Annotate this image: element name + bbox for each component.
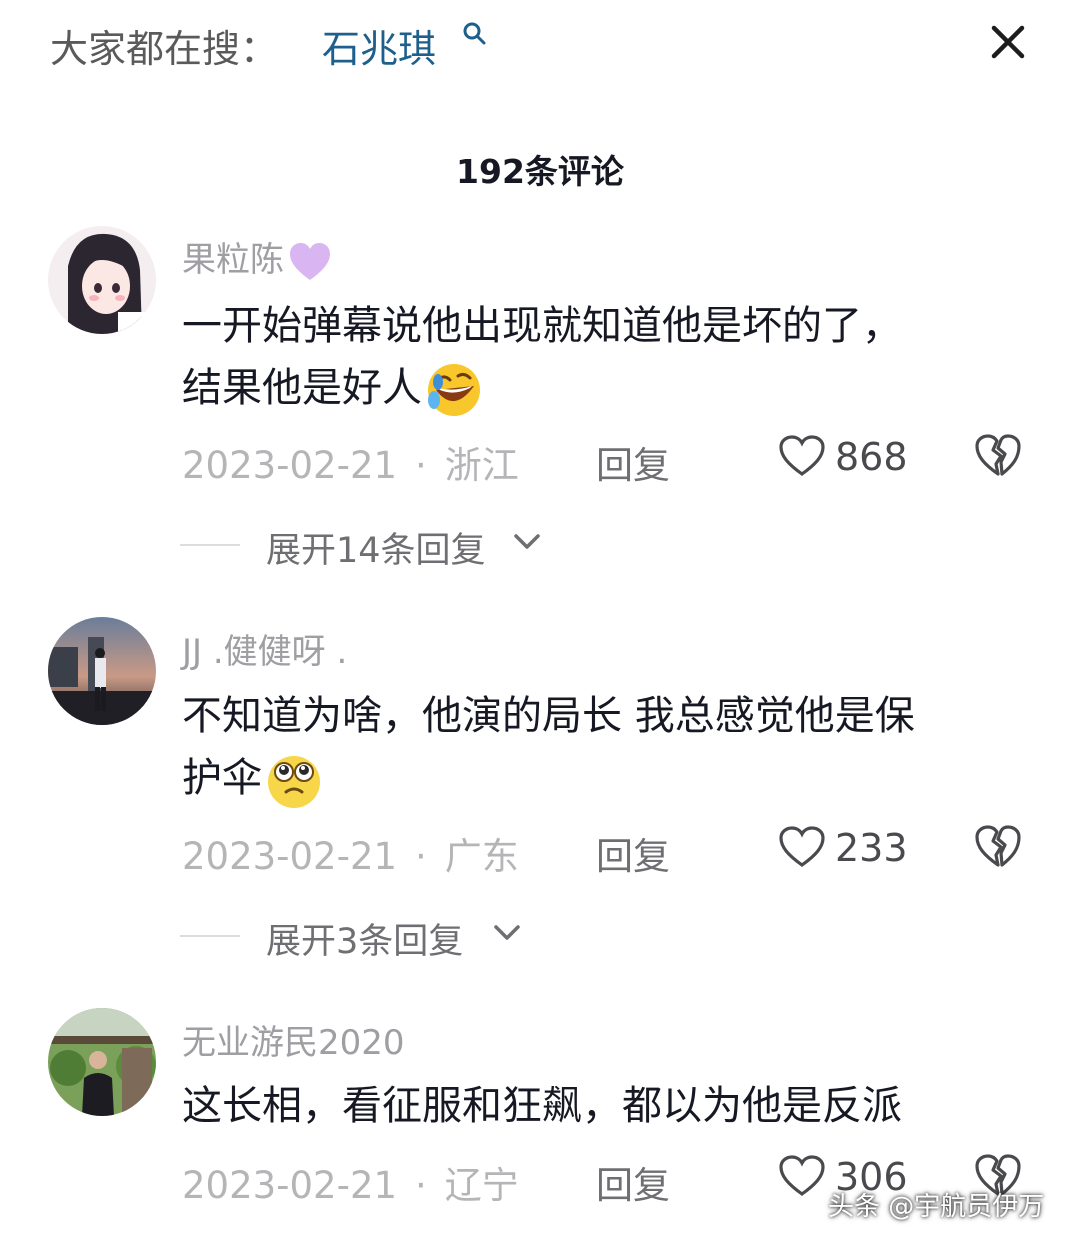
username[interactable]: JJ .健健呀 .: [182, 624, 347, 673]
broken-heart-icon[interactable]: [974, 432, 1022, 478]
chevron-down-icon: [514, 534, 540, 549]
comment-meta: 2023-02-21 · 浙江: [182, 435, 519, 489]
rolling-laughing-emoji: [428, 364, 480, 416]
search-icon[interactable]: [460, 20, 488, 48]
heart-icon[interactable]: [778, 1154, 826, 1198]
comment-text: 一开始弹幕说他出现就知道他是坏的了， 结果他是好人: [182, 295, 1042, 420]
heart-icon[interactable]: [778, 434, 826, 478]
comment-text: 这长相，看征服和狂飙，都以为他是反派: [182, 1075, 1042, 1137]
purple-heart-emoji: [290, 242, 330, 280]
meta-separator: ·: [415, 444, 427, 487]
comment-line-text: 结果他是好人: [182, 365, 422, 411]
comment-text: 不知道为啥，他演的局长 我总感觉他是保 护伞: [182, 685, 1042, 810]
comment-date: 2023-02-21: [182, 835, 398, 878]
expand-replies[interactable]: 展开3条回复: [180, 913, 540, 962]
watermark: 头条 @宇航员伊万: [828, 1192, 1045, 1222]
meta-separator: ·: [415, 835, 427, 878]
divider-line: [180, 544, 240, 546]
teary-eyed-emoji: [268, 756, 320, 808]
comment-line-2: 护伞: [182, 747, 1042, 810]
username[interactable]: 果粒陈: [182, 232, 332, 282]
avatar[interactable]: [48, 617, 156, 725]
reply-button[interactable]: 回复: [596, 826, 670, 880]
divider-line: [180, 935, 240, 937]
comment-line: 一开始弹幕说他出现就知道他是坏的了，: [182, 303, 902, 349]
comment-meta: 2023-02-21 · 辽宁: [182, 1155, 519, 1209]
broken-heart-icon[interactable]: [974, 823, 1022, 869]
expand-replies-label: 展开3条回复: [266, 922, 464, 962]
username[interactable]: 无业游民2020: [182, 1015, 405, 1064]
like-count: 868: [835, 435, 908, 479]
comment-location: 广东: [444, 835, 519, 878]
avatar[interactable]: [48, 226, 156, 334]
comment-date: 2023-02-21: [182, 1164, 398, 1207]
reply-button[interactable]: 回复: [596, 1155, 670, 1209]
username-text: 果粒陈: [182, 240, 284, 280]
expand-replies[interactable]: 展开14条回复: [180, 522, 560, 571]
heart-icon[interactable]: [778, 825, 826, 869]
like-count: 233: [835, 826, 908, 870]
comment-count-title: 192条评论: [456, 152, 624, 191]
comment-line-2: 结果他是好人: [182, 357, 1042, 420]
top-search-bar: 大家都在搜： 石兆琪: [0, 0, 1080, 90]
avatar[interactable]: [48, 1008, 156, 1116]
comment-date: 2023-02-21: [182, 444, 398, 487]
comment-meta: 2023-02-21 · 广东: [182, 826, 519, 880]
expand-replies-label: 展开14条回复: [266, 531, 486, 571]
search-prefix-label: 大家都在搜：: [50, 27, 279, 71]
search-suggestion-link[interactable]: 石兆琪: [322, 18, 436, 73]
reply-button[interactable]: 回复: [596, 435, 670, 489]
comment-location: 浙江: [444, 444, 519, 487]
comment-line: 这长相，看征服和狂飙，都以为他是反派: [182, 1083, 902, 1129]
comment-location: 辽宁: [444, 1164, 519, 1207]
chevron-down-icon: [494, 925, 520, 940]
meta-separator: ·: [415, 1164, 427, 1207]
close-icon[interactable]: [984, 18, 1032, 66]
comment-line-text: 护伞: [182, 755, 262, 801]
comment-line: 不知道为啥，他演的局长 我总感觉他是保: [182, 693, 915, 739]
